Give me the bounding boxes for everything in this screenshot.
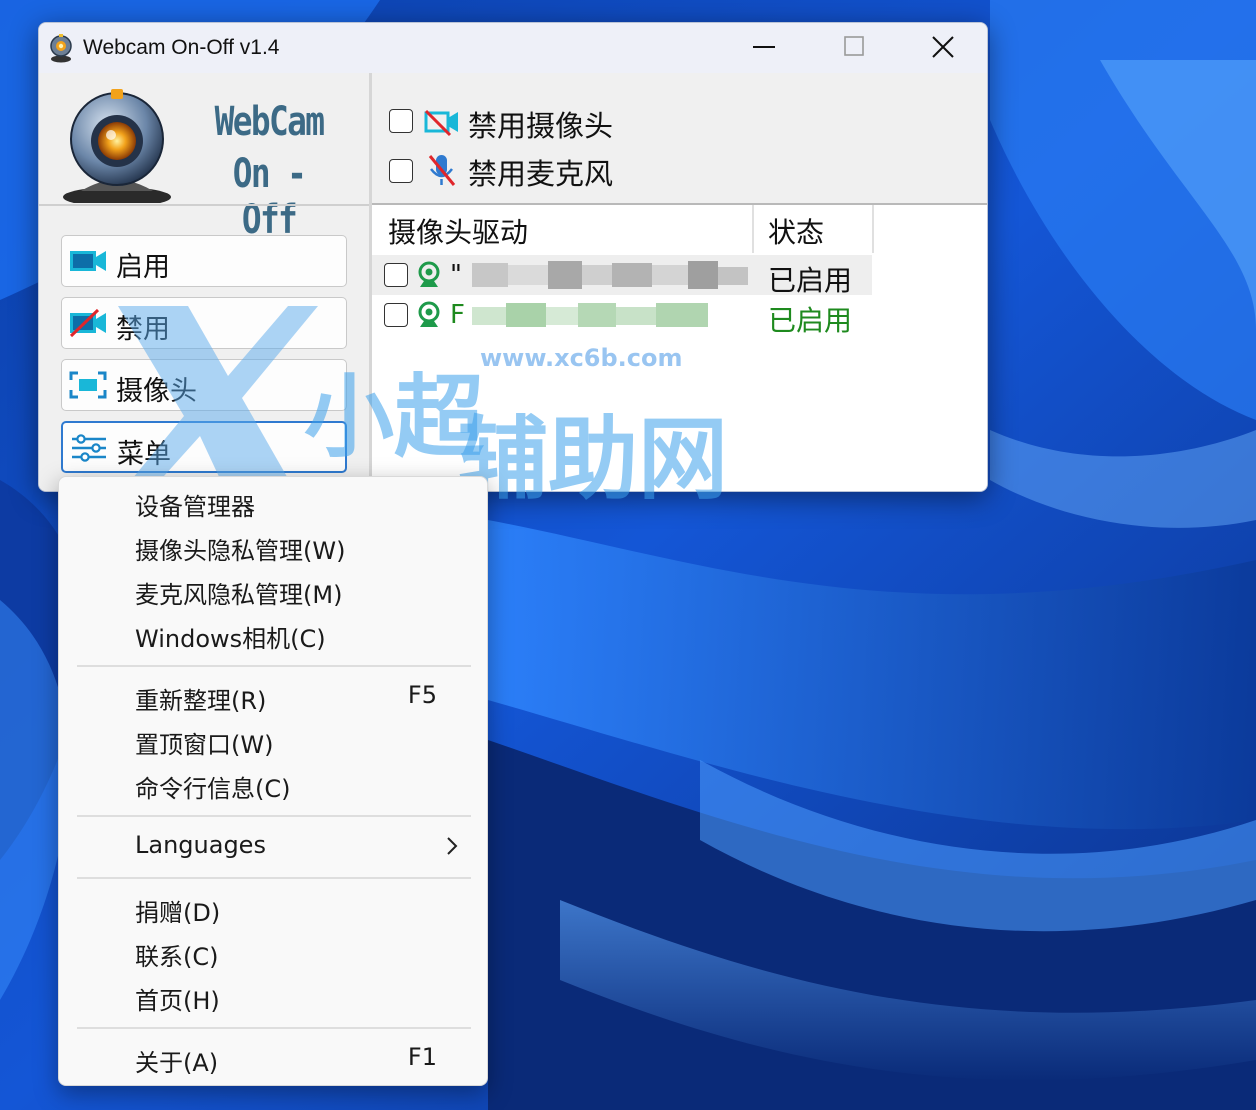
menu-item-label: 设备管理器 <box>135 493 255 521</box>
microphone-off-icon <box>428 155 456 186</box>
menu-item-windows-camera[interactable]: Windows相机(C) <box>59 613 489 657</box>
webcam-app-icon <box>50 34 72 63</box>
enable-button[interactable]: 启用 <box>61 235 347 287</box>
menu-item-label: Windows相机(C) <box>135 625 326 653</box>
menu-item-homepage[interactable]: 首页(H) <box>59 975 489 1019</box>
close-icon <box>932 36 954 58</box>
menu-item-always-on-top[interactable]: 置顶窗口(W) <box>59 719 489 763</box>
menu-item-label: 关于(A) <box>135 1049 219 1077</box>
device-name: F <box>450 300 465 330</box>
camera-off-icon <box>424 109 458 137</box>
enable-label: 启用 <box>116 252 170 283</box>
camera-frame-icon <box>69 371 107 399</box>
menu-separator <box>77 815 471 817</box>
logo: WebCam On - Off <box>39 73 371 243</box>
menu-item-mic-privacy[interactable]: 麦克风隐私管理(M) <box>59 569 489 613</box>
context-menu: 设备管理器 摄像头隐私管理(W) 麦克风隐私管理(M) Windows相机(C)… <box>58 476 488 1086</box>
menu-item-shortcut: F1 <box>407 1043 437 1071</box>
minimize-icon <box>753 46 775 48</box>
device-checkbox[interactable] <box>384 303 408 327</box>
logo-text-webcam: WebCam <box>214 99 325 145</box>
menu-item-label: 联系(C) <box>135 943 219 971</box>
menu-item-label: 重新整理(R) <box>135 687 267 715</box>
menu-item-label: 捐赠(D) <box>135 899 221 927</box>
chevron-right-icon <box>447 837 458 855</box>
watermark-text: 小超 <box>304 365 484 470</box>
menu-item-contact[interactable]: 联系(C) <box>59 931 489 975</box>
disable-button[interactable]: 禁用 <box>61 297 347 349</box>
device-row[interactable]: F 已启用 <box>372 295 872 337</box>
divider <box>39 204 371 206</box>
device-status: 已启用 <box>768 264 853 297</box>
menu-item-label: 摄像头隐私管理(W) <box>135 537 346 565</box>
menu-item-label: 置顶窗口(W) <box>135 731 274 759</box>
options-panel: 禁用摄像头 禁用麦克风 <box>372 73 987 203</box>
menu-label: 菜单 <box>117 439 171 470</box>
camera-enable-icon <box>70 251 106 271</box>
menu-item-refresh[interactable]: 重新整理(R) F5 <box>59 675 489 719</box>
webcam-device-icon <box>418 301 440 327</box>
disable-label: 禁用 <box>116 314 170 345</box>
menu-item-label: Languages <box>135 831 266 859</box>
camera-label: 摄像头 <box>116 376 197 407</box>
disable-mic-checkbox[interactable] <box>389 159 413 183</box>
camera-disable-icon <box>69 308 106 338</box>
menu-item-label: 首页(H) <box>135 987 220 1015</box>
menu-item-donate[interactable]: 捐赠(D) <box>59 887 489 931</box>
menu-sliders-icon <box>72 434 106 462</box>
menu-item-label: 麦克风隐私管理(M) <box>135 581 343 609</box>
disable-camera-checkbox[interactable] <box>389 109 413 133</box>
device-row[interactable]: " 已启用 <box>372 255 872 297</box>
device-name: " <box>450 260 462 290</box>
column-header-status[interactable]: 状态 <box>768 211 824 251</box>
webcam-device-icon <box>418 261 440 287</box>
logo-text-on-off: On - Off <box>232 151 307 243</box>
title-bar[interactable]: Webcam On-Off v1.4 <box>39 23 987 73</box>
menu-separator <box>77 877 471 879</box>
menu-item-command-line-info[interactable]: 命令行信息(C) <box>59 763 489 807</box>
menu-item-label: 命令行信息(C) <box>135 775 291 803</box>
menu-item-shortcut: F5 <box>407 681 437 709</box>
disable-mic-label[interactable]: 禁用麦克风 <box>468 151 613 193</box>
window-title: Webcam On-Off v1.4 <box>83 36 280 59</box>
column-separator[interactable] <box>872 205 874 253</box>
menu-item-about[interactable]: 关于(A) F1 <box>59 1037 489 1081</box>
maximize-button[interactable] <box>809 23 899 73</box>
menu-item-languages[interactable]: Languages <box>59 825 489 869</box>
redacted-text <box>472 303 708 327</box>
disable-camera-label[interactable]: 禁用摄像头 <box>468 103 613 145</box>
close-button[interactable] <box>897 23 987 73</box>
webcam-logo-icon <box>63 89 171 203</box>
redacted-text <box>472 261 748 289</box>
menu-item-device-manager[interactable]: 设备管理器 <box>59 481 489 525</box>
menu-separator <box>77 1027 471 1029</box>
device-status: 已启用 <box>768 304 853 337</box>
column-header-driver[interactable]: 摄像头驱动 <box>388 211 528 251</box>
column-separator[interactable] <box>752 205 754 253</box>
menu-item-camera-privacy[interactable]: 摄像头隐私管理(W) <box>59 525 489 569</box>
watermark-url: www.xc6b.com <box>480 344 683 372</box>
menu-separator <box>77 665 471 667</box>
minimize-button[interactable] <box>719 23 809 73</box>
device-checkbox[interactable] <box>384 263 408 287</box>
maximize-icon <box>844 36 864 56</box>
watermark-text: 辅助网 <box>458 407 728 512</box>
